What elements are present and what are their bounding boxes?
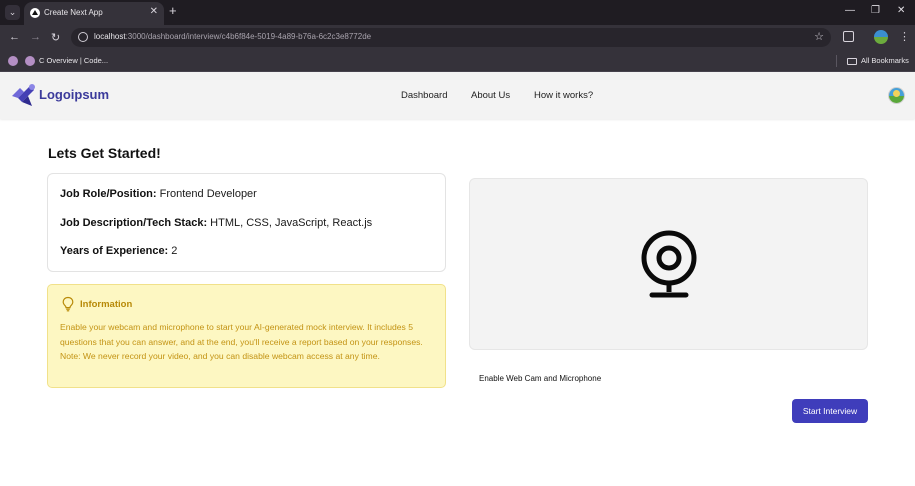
job-description-value: HTML, CSS, JavaScript, React.js [207,217,373,229]
plus-icon[interactable]: + [169,4,177,18]
job-details-card: Job Role/Position: Frontend Developer Jo… [47,173,446,272]
nav-how-it-works[interactable]: How it works? [534,90,593,101]
window-close-icon[interactable]: ✕ [897,5,905,16]
job-description-row: Job Description/Tech Stack: HTML, CSS, J… [60,217,372,229]
all-bookmarks-link[interactable]: All Bookmarks [861,56,909,65]
app-header: Logoipsum Dashboard About Us How it work… [0,72,915,119]
reload-icon[interactable]: ↻ [51,31,60,44]
information-card: Information Enable your webcam and micro… [47,284,446,388]
page-title: Lets Get Started! [48,145,161,161]
bookmark-item[interactable]: C Overview | Code... [39,56,108,65]
logo-text: Logoipsum [39,87,110,102]
enable-webcam-button[interactable]: Enable Web Cam and Microphone [479,374,601,383]
job-role-value: Frontend Developer [156,188,257,200]
user-avatar[interactable] [888,87,905,104]
webcam-placeholder [469,178,868,350]
browser-tabstrip: ⌄ Create Next App ✕ + — ❐ ✕ [0,0,915,25]
job-role-row: Job Role/Position: Frontend Developer [60,188,257,200]
browser-tab[interactable]: Create Next App ✕ [24,2,164,25]
bookmarks-bar: C Overview | Code... All Bookmarks [0,50,915,72]
logo-icon [12,84,35,106]
star-icon[interactable]: ☆ [814,30,824,43]
information-title: Information [80,299,133,310]
experience-label: Years of Experience: [60,245,169,257]
minimize-icon[interactable]: — [845,5,855,16]
bookmark-favicon-icon [25,56,35,66]
bookmark-divider [836,55,837,67]
extensions-icon[interactable] [843,31,854,42]
experience-row: Years of Experience: 2 [60,245,177,257]
lightbulb-icon [62,296,74,312]
nav-about-us[interactable]: About Us [471,90,510,101]
back-icon[interactable]: ← [9,31,20,43]
url-text: localhost:3000/dashboard/interview/c4b6f… [94,32,372,41]
address-bar[interactable]: localhost:3000/dashboard/interview/c4b6f… [71,28,831,47]
webcam-icon [641,230,697,298]
nextjs-favicon-icon [30,8,40,18]
browser-toolbar: ← → ↻ localhost:3000/dashboard/interview… [0,25,915,50]
close-icon[interactable]: ✕ [150,6,158,17]
apps-icon[interactable] [8,56,18,66]
menu-icon[interactable]: ⋮ [899,30,910,43]
restore-icon[interactable]: ❐ [871,5,880,16]
site-info-icon[interactable] [78,32,88,42]
nav-dashboard[interactable]: Dashboard [401,90,447,101]
information-text: Enable your webcam and microphone to sta… [60,322,423,361]
tab-title: Create Next App [44,8,103,17]
job-description-label: Job Description/Tech Stack: [60,217,208,229]
profile-icon[interactable] [874,30,888,44]
forward-icon[interactable]: → [30,31,41,43]
experience-value: 2 [168,245,178,257]
tab-search-icon[interactable]: ⌄ [5,5,20,20]
folder-icon [847,58,857,65]
job-role-label: Job Role/Position: [60,188,157,200]
start-interview-button[interactable]: Start Interview [792,399,868,423]
